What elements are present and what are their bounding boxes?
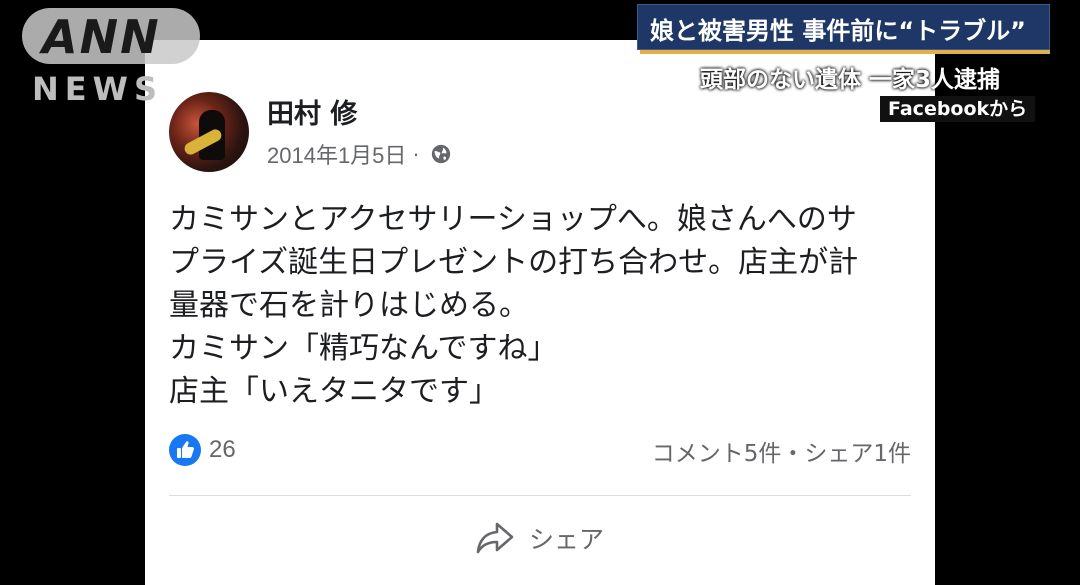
post-text-line: カミサンとアクセサリーショップへ。娘さんへのサ: [169, 202, 857, 237]
ann-news-logo: ANN NEWS: [22, 8, 202, 108]
source-tag: Facebookから: [880, 96, 1036, 122]
reaction-summary[interactable]: 26: [169, 434, 236, 466]
meta-separator: ·: [412, 141, 420, 166]
news-logo-text: NEWS: [32, 70, 163, 108]
headline-underline: [640, 50, 1050, 54]
facebook-post-card: 田村 修 2014年1月5日 · カミサンとアクセサリーショップへ。娘さんへのサ…: [145, 40, 935, 585]
share-button[interactable]: シェア: [475, 520, 604, 556]
share-label: シェア: [529, 525, 605, 554]
post-meta: 2014年1月5日 ·: [267, 138, 452, 170]
post-text: カミサンとアクセサリーショップへ。娘さんへのサ プライズ誕生日プレゼントの打ち合…: [169, 198, 919, 413]
action-divider: [169, 495, 911, 496]
engagement-stats[interactable]: コメント5件・シェア1件: [652, 434, 911, 468]
post-date[interactable]: 2014年1月5日: [267, 138, 406, 170]
post-text-line: 店主「いえタニタです」: [169, 374, 499, 409]
post-text-line: プライズ誕生日プレゼントの打ち合わせ。店主が計: [169, 245, 859, 280]
headline-text: 娘と被害男性 事件前に“トラブル”: [650, 17, 1026, 45]
subheadline-caption: 頭部のない遺体 一家3人逮捕: [700, 67, 1001, 93]
post-text-line: 量器で石を計りはじめる。: [169, 288, 529, 323]
like-icon: [169, 434, 201, 466]
video-frame: 田村 修 2014年1月5日 · カミサンとアクセサリーショップへ。娘さんへのサ…: [0, 0, 1080, 585]
globe-icon: [431, 144, 450, 164]
ann-logo-text: ANN: [42, 10, 161, 64]
author-name[interactable]: 田村 修: [267, 92, 357, 131]
post-text-line: カミサン「精巧なんですね」: [169, 331, 558, 366]
share-icon: [476, 522, 514, 554]
headline-caption: 娘と被害男性 事件前に“トラブル”: [637, 4, 1050, 50]
reaction-count: 26: [209, 436, 236, 463]
